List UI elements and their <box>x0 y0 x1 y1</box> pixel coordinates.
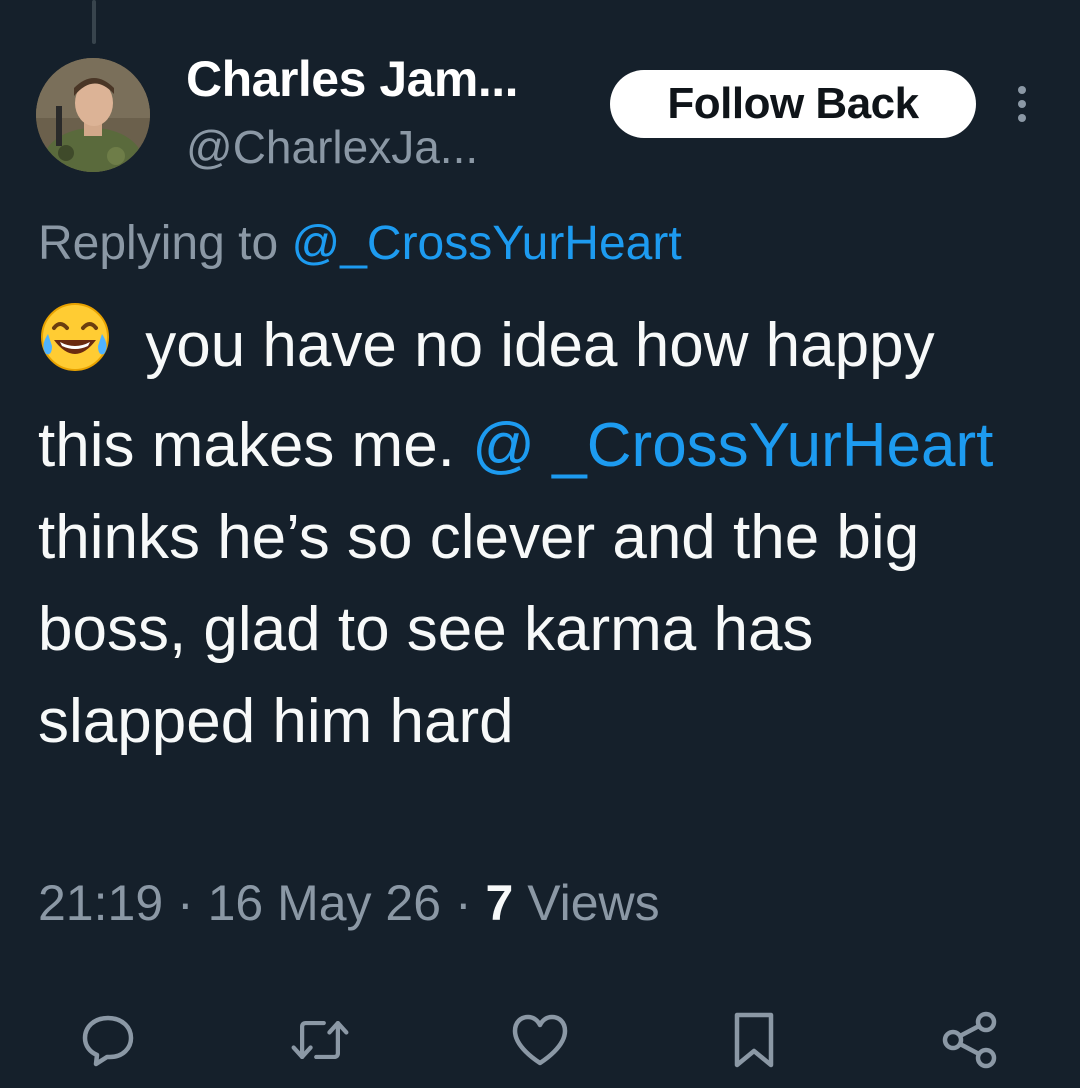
replying-to-mention[interactable]: @_CrossYurHeart <box>291 217 681 270</box>
heart-icon <box>512 1014 568 1066</box>
action-bar <box>0 1008 1080 1072</box>
bookmark-icon <box>734 1012 774 1068</box>
share-icon <box>942 1011 997 1069</box>
tweet-text: you have no idea how happy this makes me… <box>38 300 1038 768</box>
author-display-name[interactable]: Charles Jam... <box>186 50 519 108</box>
author-handle[interactable]: @CharlexJa... <box>186 120 478 174</box>
face-with-tears-of-joy-icon <box>38 300 112 400</box>
retweet-button[interactable] <box>288 1008 352 1072</box>
replying-to: Replying to @_CrossYurHeart <box>38 216 682 271</box>
tweet-date[interactable]: 16 May 26 <box>208 875 441 931</box>
tweet-time[interactable]: 21:19 <box>38 875 163 931</box>
meta-separator: · <box>163 875 208 931</box>
views-count: 7 <box>485 875 514 931</box>
avatar[interactable] <box>36 58 150 172</box>
more-options-icon[interactable] <box>1008 82 1036 126</box>
replying-to-prefix: Replying to <box>38 217 292 270</box>
tweet-text-part2: thinks he’s so clever and the big boss, … <box>38 503 920 756</box>
reply-icon <box>82 1015 134 1067</box>
meta-separator: · <box>441 875 486 931</box>
bookmark-button[interactable] <box>722 1008 786 1072</box>
views-label: Views <box>513 875 660 931</box>
thread-line <box>92 0 96 44</box>
tweet-meta: 21:19 · 16 May 26 · 7 Views <box>38 874 660 932</box>
tweet-mention[interactable]: @ _CrossYurHeart <box>472 411 993 480</box>
follow-back-button[interactable]: Follow Back <box>610 70 976 138</box>
like-button[interactable] <box>508 1008 572 1072</box>
share-button[interactable] <box>938 1008 1002 1072</box>
retweet-icon <box>291 1020 349 1060</box>
reply-button[interactable] <box>76 1008 140 1072</box>
